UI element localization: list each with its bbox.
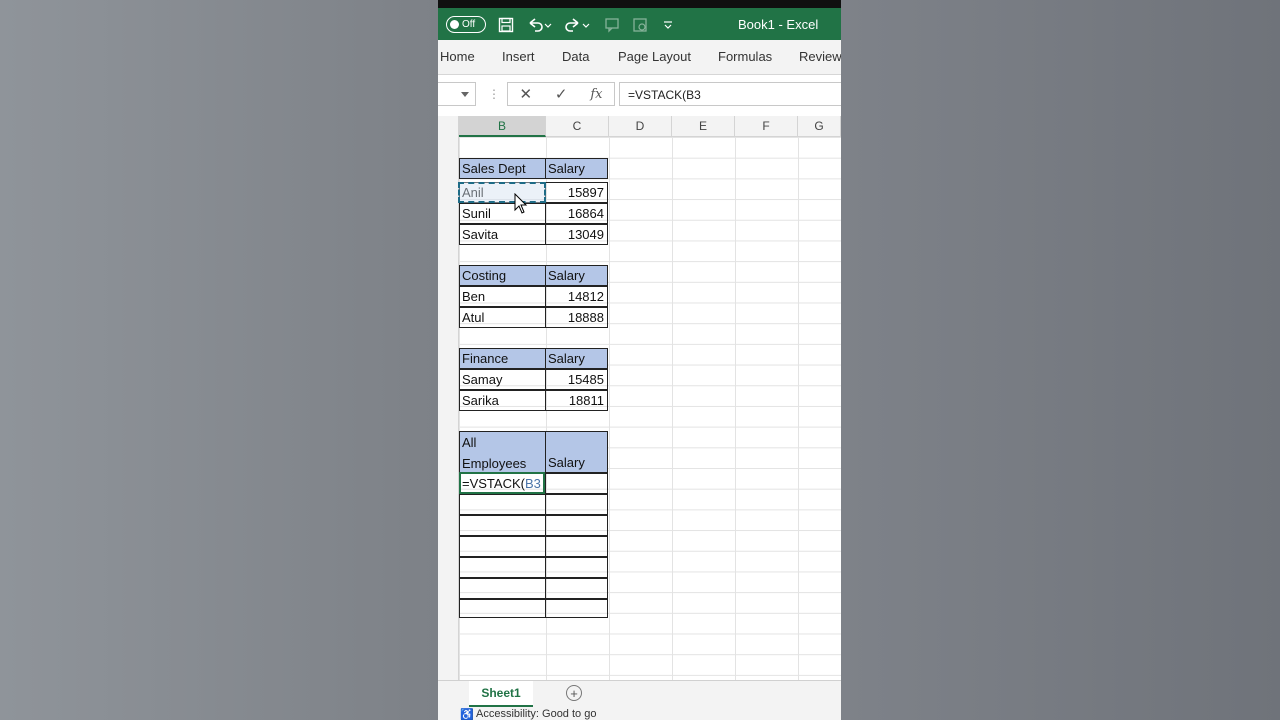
table-cell[interactable]: Savita — [459, 224, 546, 245]
tab-data[interactable]: Data — [562, 49, 589, 64]
table-cell[interactable]: 14812 — [545, 286, 608, 307]
all-employees-header-line2: Employees — [462, 456, 527, 471]
column-header-g[interactable]: G — [798, 116, 841, 137]
copy-selection-marquee — [458, 182, 546, 203]
table-cell[interactable]: 16864 — [545, 203, 608, 224]
table-cell[interactable] — [545, 473, 608, 494]
table-cell[interactable]: Samay — [459, 369, 546, 390]
gridline — [609, 137, 610, 680]
autosave-state: Off — [462, 19, 476, 30]
formula-input[interactable]: =VSTACK(B3 — [619, 82, 841, 106]
cancel-icon[interactable]: ✕ — [519, 85, 532, 103]
row-header-strip — [438, 116, 459, 680]
title-bar: Off Book1 - Excel — [438, 0, 841, 40]
formula-bar-divider-icon: ⋮ — [488, 87, 500, 101]
table-cell[interactable] — [459, 599, 546, 618]
video-backdrop-right — [841, 0, 1280, 720]
table-cell[interactable] — [545, 557, 608, 578]
column-header-f[interactable]: F — [735, 116, 798, 137]
gridline — [672, 137, 673, 680]
formula-bar: ⋮ ✕ ✓ fx =VSTACK(B3 — [438, 75, 841, 117]
table-cell[interactable]: Atul — [459, 307, 546, 328]
table-cell[interactable]: Sunil — [459, 203, 546, 224]
undo-icon[interactable] — [524, 14, 554, 36]
enter-icon[interactable]: ✓ — [555, 85, 568, 103]
table-header-cell[interactable]: Costing — [459, 265, 546, 286]
accessibility-status[interactable]: Accessibility: Good to go — [476, 708, 596, 720]
gridline — [798, 137, 799, 680]
table-cell[interactable] — [459, 515, 546, 536]
sheet-tab-bar: Sheet1 + — [438, 680, 841, 708]
all-employees-salary-header[interactable]: Salary — [545, 431, 608, 473]
excel-window: Off Book1 - Excel Home Insert Data Page … — [438, 0, 841, 720]
name-box[interactable] — [438, 82, 476, 106]
column-header-e[interactable]: E — [672, 116, 735, 137]
gridline — [735, 137, 736, 680]
tab-formulas[interactable]: Formulas — [718, 49, 772, 64]
column-header-c[interactable]: C — [546, 116, 609, 137]
formula-buttons: ✕ ✓ fx — [507, 82, 615, 106]
mouse-cursor-icon — [514, 193, 528, 214]
table-cell[interactable]: 13049 — [545, 224, 608, 245]
sheet-tab-sheet1[interactable]: Sheet1 — [469, 681, 533, 707]
table-cell[interactable] — [459, 578, 546, 599]
table-header-cell[interactable]: Finance — [459, 348, 546, 369]
table-cell[interactable]: 18811 — [545, 390, 608, 411]
video-backdrop-left — [0, 0, 438, 720]
tab-insert[interactable]: Insert — [502, 49, 535, 64]
customize-toolbar-icon[interactable] — [660, 14, 676, 36]
toggle-knob — [450, 20, 459, 29]
table-cell[interactable] — [545, 578, 608, 599]
tab-review[interactable]: Review — [799, 49, 841, 64]
accessibility-icon[interactable]: ♿ — [460, 708, 474, 720]
add-sheet-icon[interactable]: + — [566, 685, 582, 701]
ribbon-tabs: Home Insert Data Page Layout Formulas Re… — [438, 40, 841, 75]
all-employees-header[interactable]: All Employees — [459, 431, 546, 473]
active-cell-outline — [459, 472, 545, 494]
window-title: Book1 - Excel — [738, 17, 819, 32]
table-cell[interactable] — [459, 557, 546, 578]
redo-icon[interactable] — [562, 14, 592, 36]
autosave-toggle[interactable]: Off — [446, 16, 486, 33]
table-header-cell[interactable]: Sales Dept — [459, 158, 546, 179]
column-header-b[interactable]: B — [459, 116, 546, 137]
chevron-down-icon — [461, 92, 469, 97]
save-icon[interactable] — [496, 14, 516, 36]
table-cell[interactable] — [545, 599, 608, 618]
tab-page-layout[interactable]: Page Layout — [618, 49, 691, 64]
tab-home[interactable]: Home — [440, 49, 475, 64]
table-cell[interactable]: Sarika — [459, 390, 546, 411]
all-employees-header-line1: All — [462, 435, 477, 450]
column-header-d[interactable]: D — [609, 116, 672, 137]
table-header-cell[interactable]: Salary — [545, 348, 608, 369]
table-cell[interactable]: 15485 — [545, 369, 608, 390]
table-cell[interactable] — [545, 494, 608, 515]
table-cell[interactable]: 15897 — [545, 182, 608, 203]
table-cell[interactable] — [545, 536, 608, 557]
share-icon[interactable] — [630, 14, 650, 36]
table-header-cell[interactable]: Salary — [545, 265, 608, 286]
insert-function-icon[interactable]: fx — [590, 87, 602, 102]
table-cell[interactable] — [459, 494, 546, 515]
table-header-cell[interactable]: Salary — [545, 158, 608, 179]
table-cell[interactable] — [459, 536, 546, 557]
status-bar: ♿ Accessibility: Good to go — [438, 707, 841, 720]
table-cell[interactable]: 18888 — [545, 307, 608, 328]
comment-icon[interactable] — [602, 14, 622, 36]
table-cell[interactable]: Ben — [459, 286, 546, 307]
table-cell[interactable] — [545, 515, 608, 536]
